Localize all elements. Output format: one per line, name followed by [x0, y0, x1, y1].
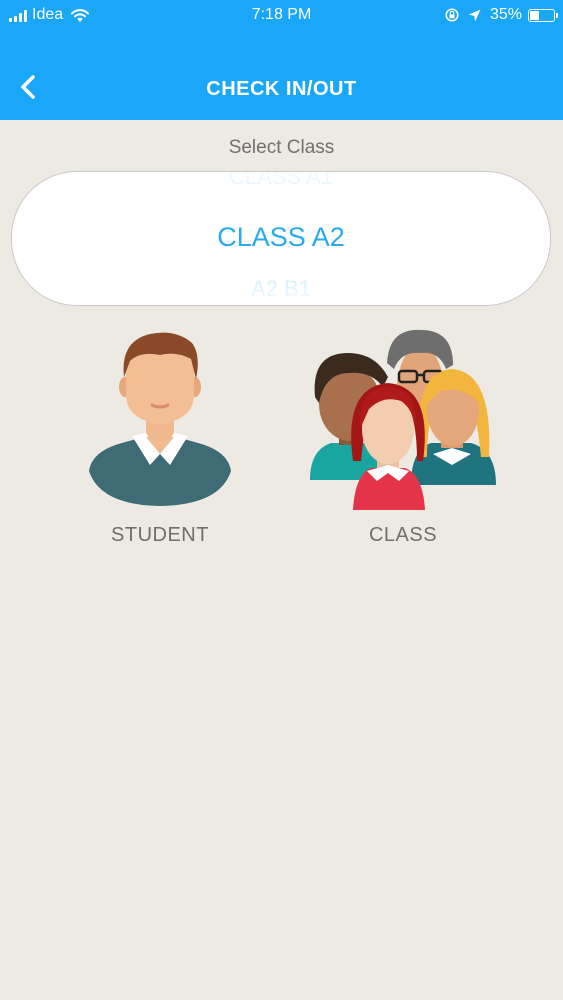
class-group-icon — [310, 329, 496, 510]
picker-option-prev[interactable]: CLASS A1 — [12, 172, 550, 190]
class-label: CLASS — [368, 524, 438, 546]
student-option[interactable]: STUDENT — [80, 325, 240, 550]
student-label: STUDENT — [111, 524, 209, 546]
student-avatar-icon — [89, 332, 231, 506]
picker-option-selected[interactable]: CLASS A2 — [12, 222, 550, 253]
navigation-bar: CHECK IN/OUT — [0, 32, 563, 120]
battery-icon — [528, 8, 558, 22]
status-bar: Idea 7:18 PM 35% — [0, 0, 563, 32]
lock-rotation-icon — [445, 8, 459, 22]
battery-percent: 35% — [489, 6, 522, 23]
class-picker[interactable]: CLASS A1 CLASS A2 A2 B1 — [11, 171, 551, 306]
select-class-label: Select Class — [228, 137, 335, 158]
class-option[interactable]: CLASS — [303, 325, 503, 550]
page-title: CHECK IN/OUT — [206, 78, 357, 100]
battery-fill — [530, 10, 539, 20]
location-arrow-icon — [468, 9, 481, 21]
status-right: 35% — [445, 6, 558, 24]
picker-option-next[interactable]: A2 B1 — [12, 276, 550, 302]
